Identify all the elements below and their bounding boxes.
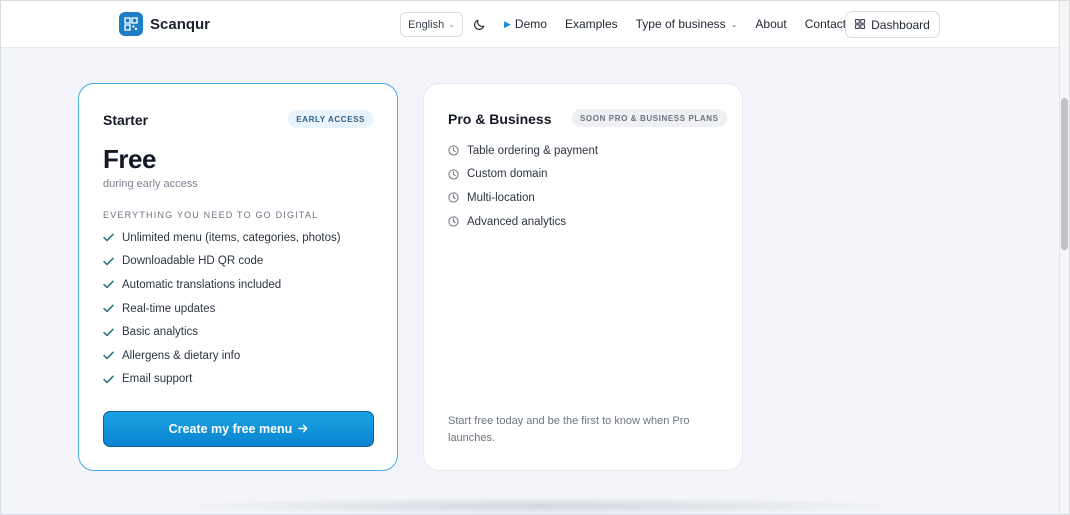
starter-feature-list: Unlimited menu (items, categories, photo…	[103, 226, 341, 391]
clock-icon	[448, 216, 467, 227]
nav-demo[interactable]: ▶ Demo	[504, 17, 547, 31]
nav-demo-label: Demo	[514, 17, 547, 31]
pro-title: Pro & Business	[448, 111, 552, 127]
dashboard-button[interactable]: Dashboard	[845, 11, 940, 38]
list-item: Custom domain	[448, 163, 598, 187]
feature-label: Basic analytics	[122, 326, 199, 339]
starter-plan-card: Starter EARLY ACCESS Free during early a…	[78, 83, 398, 471]
nav-contact[interactable]: Contact	[805, 17, 846, 31]
check-icon	[103, 328, 122, 337]
feature-label: Unlimited menu (items, categories, photo…	[122, 231, 341, 244]
qr-code-icon	[119, 12, 143, 36]
list-item: Downloadable HD QR code	[103, 250, 341, 274]
main-nav: ▶ Demo Examples Type of business ⌄ About…	[504, 17, 846, 31]
feature-label: Real-time updates	[122, 302, 216, 315]
list-item: Basic analytics	[103, 320, 341, 344]
starter-section-label: EVERYTHING YOU NEED TO GO DIGITAL	[103, 210, 319, 220]
language-value: English	[408, 18, 445, 31]
feature-label: Advanced analytics	[467, 215, 567, 228]
pro-feature-list: Table ordering & payment Custom domain M…	[448, 139, 598, 233]
list-item: Multi-location	[448, 186, 598, 210]
soon-badge: SOON PRO & BUSINESS PLANS	[572, 109, 727, 127]
clock-icon	[448, 169, 467, 180]
nav-examples[interactable]: Examples	[565, 17, 618, 31]
list-item: Email support	[103, 368, 341, 392]
feature-label: Downloadable HD QR code	[122, 255, 264, 268]
clock-icon	[448, 145, 467, 156]
scrollbar-track[interactable]	[1059, 0, 1070, 515]
feature-label: Email support	[122, 373, 193, 386]
chevron-down-icon: ⌄	[730, 19, 738, 29]
brand-link[interactable]: Scanqur	[119, 12, 210, 36]
nav-examples-label: Examples	[564, 17, 618, 31]
feature-label: Custom domain	[467, 168, 548, 181]
nav-type-of-business[interactable]: Type of business ⌄	[636, 17, 738, 31]
check-icon	[103, 280, 122, 289]
starter-price: Free	[103, 144, 156, 174]
nav-business-label: Type of business	[635, 17, 726, 31]
starter-title: Starter	[103, 112, 149, 128]
nav-about-label: About	[755, 17, 787, 31]
navbar: Scanqur English ⌄ ▶ Demo Examples Type o…	[0, 0, 1059, 48]
language-select[interactable]: English ⌄	[400, 12, 463, 37]
clock-icon	[448, 192, 467, 204]
create-free-menu-button[interactable]: Create my free menu	[103, 411, 374, 447]
feature-label: Multi-location	[467, 191, 535, 204]
feature-label: Table ordering & payment	[467, 144, 599, 157]
list-item: Table ordering & payment	[448, 139, 598, 163]
check-icon	[103, 304, 122, 313]
check-icon	[103, 375, 122, 384]
starter-price-note: during early access	[103, 178, 198, 190]
list-item: Real-time updates	[103, 297, 341, 321]
scrollbar-thumb[interactable]	[1061, 98, 1068, 250]
pro-footnote: Start free today and be the first to kno…	[448, 415, 690, 444]
arrow-right-icon	[298, 422, 308, 436]
nav-contact-label: Contact	[804, 17, 847, 31]
feature-label: Allergens & dietary info	[122, 349, 241, 362]
dashboard-label: Dashboard	[871, 17, 930, 32]
play-icon: ▶	[504, 18, 511, 29]
grid-icon	[855, 18, 866, 32]
check-icon	[103, 233, 122, 242]
check-icon	[103, 351, 122, 360]
early-access-badge: EARLY ACCESS	[288, 110, 373, 128]
list-item: Unlimited menu (items, categories, photo…	[103, 226, 341, 250]
moon-icon[interactable]	[470, 15, 488, 33]
chevron-down-icon: ⌄	[448, 20, 455, 29]
brand-name: Scanqur	[150, 15, 211, 33]
list-item: Automatic translations included	[103, 273, 341, 297]
nav-about[interactable]: About	[755, 17, 786, 31]
next-section-shadow	[170, 497, 910, 515]
list-item: Advanced analytics	[448, 210, 598, 234]
list-item: Allergens & dietary info	[103, 344, 341, 368]
cta-label: Create my free menu	[168, 422, 293, 436]
check-icon	[103, 257, 122, 266]
feature-label: Automatic translations included	[122, 278, 282, 291]
pro-business-plan-card: Pro & Business SOON PRO & BUSINESS PLANS…	[423, 83, 743, 471]
